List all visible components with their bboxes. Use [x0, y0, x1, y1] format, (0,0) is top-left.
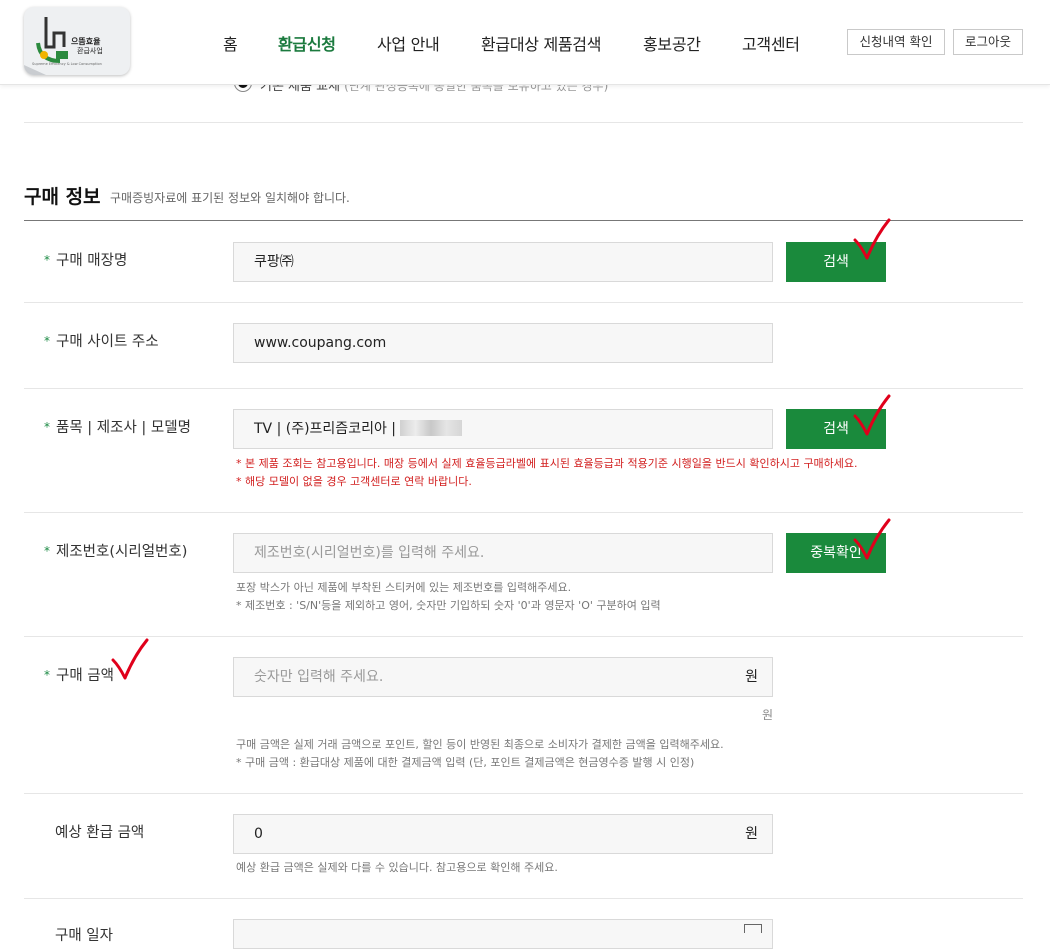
- amount-label: * 구매 금액: [44, 668, 114, 684]
- serial-label: * 제조번호(시리얼번호): [44, 544, 188, 560]
- page-content: 기존 제품 교체 (단계 관정등록에 동일한 품목을 보유하고 있는 경우) 구…: [0, 0, 1050, 949]
- model-note: * 해당 모델이 없을 경우 고객센터로 연락 바랍니다.: [236, 475, 472, 488]
- serial-note: * 제조번호 : 'S/N'등을 제외하고 영어, 숫자만 기입하되 숫자 '0…: [236, 599, 661, 612]
- site-label: * 구매 사이트 주소: [44, 334, 159, 350]
- calendar-icon[interactable]: [744, 924, 762, 933]
- refund-amount-field: 0 원: [233, 814, 773, 854]
- section-divider: [24, 122, 1023, 123]
- nav-product-search[interactable]: 환급대상 제품검색: [481, 31, 601, 55]
- nav-program-info[interactable]: 사업 안내: [377, 31, 440, 55]
- row-divider: [24, 302, 1023, 303]
- logo-text-en: Supreme Efficiency & Low Consumption: [32, 62, 102, 66]
- model-input-value: TV | (주)프리즘코리아 |: [254, 421, 396, 437]
- required-mark: *: [44, 544, 50, 558]
- purchase-date-input[interactable]: [233, 919, 773, 949]
- site-header: 으뜸효율 환급사업 Supreme Efficiency & Low Consu…: [0, 0, 1050, 85]
- amount-input[interactable]: 숫자만 입력해 주세요. 원: [233, 657, 773, 697]
- refund-unit: 원: [745, 826, 758, 842]
- required-mark: *: [44, 420, 50, 434]
- check-mark-icon: [111, 638, 149, 680]
- refund-label: 예상 환급 금액: [55, 825, 145, 841]
- nav-promotion[interactable]: 홍보공간: [643, 31, 701, 55]
- logo-text-sub: 환급사업: [77, 47, 103, 55]
- nav-customer-center[interactable]: 고객센터: [742, 31, 800, 55]
- application-history-button[interactable]: 신청내역 확인: [847, 29, 945, 55]
- amount-note: * 구매 금액 : 환급대상 제품에 대한 결제금액 입력 (단, 포인트 결제…: [236, 756, 695, 769]
- required-mark: *: [44, 253, 50, 267]
- site-url-input[interactable]: www.coupang.com: [233, 323, 773, 363]
- section-subtitle: 구매증빙자료에 표기된 정보와 일치해야 합니다.: [110, 191, 350, 205]
- amount-note: 구매 금액은 실제 거래 금액으로 포인트, 할인 등이 반영된 최종으로 소비…: [236, 738, 724, 751]
- model-label: * 품목 | 제조사 | 모델명: [44, 420, 191, 436]
- row-divider: [24, 898, 1023, 899]
- row-divider: [24, 388, 1023, 389]
- purchase-date-label: 구매 일자: [55, 928, 113, 944]
- logout-button[interactable]: 로그아웃: [953, 29, 1023, 55]
- store-label: * 구매 매장명: [44, 253, 128, 269]
- redacted-model-name: [400, 420, 462, 436]
- row-divider: [24, 512, 1023, 513]
- serial-input[interactable]: 제조번호(시리얼번호)를 입력해 주세요.: [233, 533, 773, 573]
- amount-unit: 원: [745, 669, 758, 685]
- required-mark: *: [44, 668, 50, 682]
- amount-placeholder: 숫자만 입력해 주세요.: [254, 669, 384, 685]
- refund-note: 예상 환급 금액은 실제와 다를 수 있습니다. 참고용으로 확인해 주세요.: [236, 861, 558, 874]
- refund-amount-value: 0: [254, 826, 263, 842]
- store-search-button[interactable]: 검색: [786, 242, 886, 282]
- store-input[interactable]: 쿠팡㈜: [233, 242, 773, 282]
- model-input[interactable]: TV | (주)프리즘코리아 |: [233, 409, 773, 449]
- serial-note: 포장 박스가 아닌 제품에 부착된 스티커에 있는 제조번호를 입력해주세요.: [236, 581, 572, 594]
- nav-refund-apply[interactable]: 환급신청: [278, 31, 336, 55]
- site-logo[interactable]: 으뜸효율 환급사업 Supreme Efficiency & Low Consu…: [24, 7, 130, 75]
- row-divider: [24, 636, 1023, 637]
- model-search-button[interactable]: 검색: [786, 409, 886, 449]
- section-title: 구매 정보: [24, 186, 101, 208]
- amount-unit-below: 원: [762, 708, 774, 722]
- nav-home[interactable]: 홈: [223, 31, 238, 55]
- duplicate-check-button[interactable]: 중복확인: [786, 533, 886, 573]
- required-mark: *: [44, 334, 50, 348]
- row-divider: [24, 793, 1023, 794]
- model-note: * 본 제품 조회는 참고용입니다. 매장 등에서 실제 효율등급라벨에 표시된…: [236, 457, 858, 470]
- section-title-rule: [24, 220, 1023, 221]
